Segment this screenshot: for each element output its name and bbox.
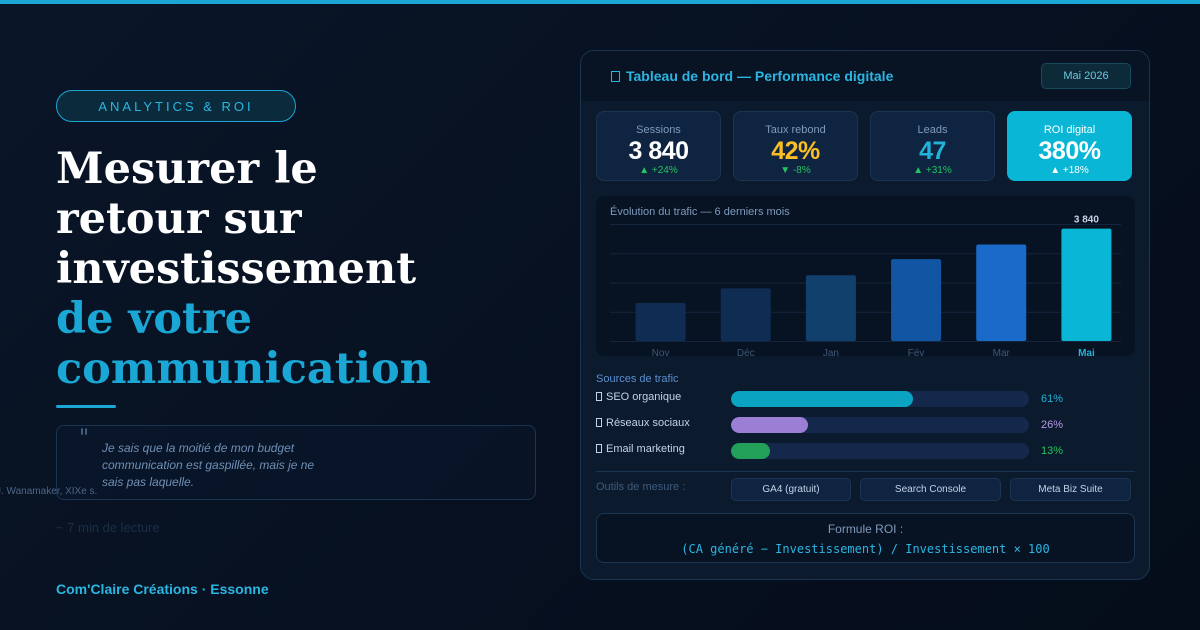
source-label-text: Réseaux sociaux: [606, 417, 690, 429]
x-tick-label: Déc: [737, 348, 755, 356]
tool-meta-biz-button[interactable]: Meta Biz Suite: [1010, 478, 1131, 501]
quote-author: J. Wanamaker, XIXe s.: [0, 486, 98, 497]
chart-bar: [1061, 228, 1112, 341]
email-icon: [596, 444, 602, 453]
source-bar-fill: [731, 443, 770, 459]
title-line: Mesurer le: [56, 144, 318, 194]
chart-bar: [891, 259, 942, 341]
category-tag: ANALYTICS & ROI: [56, 90, 296, 122]
x-tick-label: Mai: [1078, 348, 1095, 356]
bar-value-label: 3 840: [1074, 215, 1099, 226]
x-tick-label: Fév: [908, 348, 925, 356]
quote-mark-icon: ": [79, 426, 90, 451]
source-row-seo: SEO organique 61%: [596, 391, 1136, 411]
roi-formula: (CA généré − Investissement) / Investiss…: [681, 542, 1050, 556]
kpi-delta: ▲ +24%: [639, 165, 678, 176]
kpi-sessions: Sessions 3 840 ▲ +24%: [596, 111, 721, 181]
social-icon: [596, 418, 602, 427]
source-percent: 26%: [1041, 419, 1064, 431]
source-label: Email marketing: [596, 443, 685, 455]
kpi-value: 380%: [1038, 137, 1101, 165]
source-bar-fill: [731, 417, 809, 433]
chart-bar: [720, 288, 771, 341]
kpi-value: 3 840: [628, 137, 689, 165]
dashboard-card: Tableau de bord — Performance digitale M…: [580, 50, 1150, 580]
quote-card: " Je sais que la moitié de mon budget co…: [56, 425, 536, 500]
source-bar-track: [731, 391, 1029, 407]
chart-bar: [976, 244, 1027, 341]
chart-bar: [635, 302, 686, 341]
title-accent-line: communication: [56, 344, 431, 394]
source-label: SEO organique: [596, 391, 681, 403]
tool-ga4-button[interactable]: GA4 (gratuit): [731, 478, 851, 501]
roi-formula-card: Formule ROI : (CA généré − Investissemen…: [596, 513, 1135, 563]
source-bar-track: [731, 417, 1029, 433]
kpi-label: Leads: [917, 124, 948, 136]
dashboard-title: Tableau de bord — Performance digitale: [611, 68, 893, 84]
tools-label: Outils de mesure :: [596, 481, 686, 493]
chart-bar: [805, 275, 856, 341]
kpi-delta: ▲ +31%: [913, 165, 952, 176]
formula-label: Formule ROI :: [827, 522, 904, 536]
section-divider: [596, 471, 1135, 472]
x-tick-label: Mar: [993, 348, 1011, 356]
kpi-label: ROI digital: [1043, 124, 1096, 136]
source-label: Réseaux sociaux: [596, 417, 690, 429]
kpi-label: Sessions: [636, 124, 681, 136]
source-bar-track: [731, 443, 1029, 459]
kpi-label: Taux rebond: [765, 124, 826, 136]
kpi-delta: ▼ -8%: [780, 165, 811, 176]
title-divider: [56, 405, 116, 408]
traffic-chart: Évolution du trafic — 6 derniers mois No…: [596, 196, 1135, 356]
traffic-chart-svg: Nov Déc Jan Fév Mar Mai 3 840: [610, 215, 1121, 356]
kpi-roi: ROI digital 380% ▲ +18%: [1007, 111, 1132, 181]
x-tick-label: Jan: [823, 348, 839, 356]
kpi-value: 47: [919, 137, 946, 165]
dashboard-title-text: Tableau de bord — Performance digitale: [626, 68, 894, 84]
source-bar-fill: [731, 391, 913, 407]
date-selector[interactable]: Mai 2026: [1041, 63, 1131, 89]
source-percent: 61%: [1041, 393, 1064, 405]
source-label-text: SEO organique: [606, 391, 682, 403]
title-accent-line: de votre: [56, 294, 252, 344]
source-row-email: Email marketing 13%: [596, 443, 1136, 463]
title-line: investissement: [56, 244, 417, 294]
kpi-value: 42%: [771, 137, 820, 165]
source-label-text: Email marketing: [606, 443, 685, 455]
title-line: retour sur: [56, 194, 302, 244]
tool-search-console-button[interactable]: Search Console: [860, 478, 1001, 501]
x-tick-label: Nov: [652, 348, 670, 356]
top-accent-bar: [0, 0, 1200, 4]
kpi-bounce-rate: Taux rebond 42% ▼ -8%: [733, 111, 858, 181]
dashboard-header: Tableau de bord — Performance digitale M…: [581, 51, 1149, 101]
sources-title: Sources de trafic: [596, 373, 679, 385]
source-row-social: Réseaux sociaux 26%: [596, 417, 1136, 437]
seo-icon: [596, 392, 602, 401]
kpi-delta: ▲ +18%: [1050, 165, 1089, 176]
source-percent: 13%: [1041, 445, 1064, 457]
quote-text: Je sais que la moitié de mon budget comm…: [102, 441, 315, 489]
reading-time: ~ 7 min de lecture: [56, 520, 160, 535]
kpi-leads: Leads 47 ▲ +31%: [870, 111, 995, 181]
brand-name: Com'Claire Créations · Essonne: [56, 581, 269, 597]
page-title: Mesurer le retour sur investissement de …: [56, 144, 526, 394]
dashboard-icon: [611, 71, 620, 82]
